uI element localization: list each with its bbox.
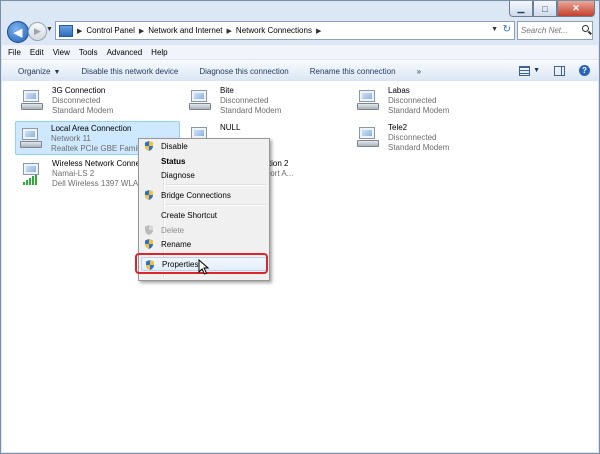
menu-edit[interactable]: Edit: [30, 48, 44, 57]
modem-icon: [357, 127, 383, 149]
diagnose-connection-button[interactable]: Diagnose this connection: [199, 67, 288, 76]
connection-device: Standard Modem: [220, 106, 282, 115]
search-input[interactable]: [518, 22, 582, 39]
connection-device: Standard Modem: [388, 106, 450, 115]
command-bar-right: ▼ ?: [519, 65, 590, 76]
control-panel-icon: [59, 24, 73, 37]
breadcrumb-network-and-internet[interactable]: Network and Internet: [148, 26, 222, 35]
connection-name: 3G Connection: [52, 86, 106, 95]
search-box[interactable]: [517, 21, 593, 40]
connection-status: Disconnected: [388, 96, 437, 105]
explorer-window: ▁ □ ✕ ◀ ▶ ▼ ▶ Control Panel ▶ Network an…: [0, 0, 600, 454]
forward-button[interactable]: ▶: [28, 22, 47, 41]
connection-item-tele2[interactable]: Tele2 Disconnected Standard Modem: [353, 121, 518, 155]
refresh-icon[interactable]: ↻: [503, 24, 511, 35]
address-bar[interactable]: ▶ Control Panel ▶ Network and Internet ▶…: [55, 21, 515, 40]
view-options-dropdown-icon[interactable]: ▼: [533, 67, 540, 74]
breadcrumb-control-panel[interactable]: Control Panel: [86, 26, 134, 35]
rename-connection-button[interactable]: Rename this connection: [310, 67, 396, 76]
window-caption-buttons: ▁ □ ✕: [509, 1, 595, 17]
minimize-button[interactable]: ▁: [509, 1, 533, 17]
connection-device: Dell Wireless 1397 WLAN: [52, 179, 145, 188]
command-bar: Organize ▼ Disable this network device Di…: [2, 60, 598, 82]
menu-view[interactable]: View: [53, 48, 70, 57]
menu-item-label: Rename: [161, 239, 192, 249]
modem-icon: [21, 90, 47, 112]
menu-item-diagnose[interactable]: Diagnose: [141, 168, 267, 182]
maximize-button[interactable]: □: [533, 1, 557, 17]
address-dropdown-icon[interactable]: ▼: [491, 26, 498, 33]
uac-shield-icon: [145, 225, 153, 235]
menu-tools[interactable]: Tools: [79, 48, 98, 57]
menu-separator: [165, 184, 266, 186]
organize-button[interactable]: Organize ▼: [18, 67, 60, 76]
modem-icon: [357, 90, 383, 112]
back-button[interactable]: ◀: [7, 21, 29, 43]
forward-arrow-icon: ▶: [34, 26, 41, 36]
wifi-adapter-icon: [21, 163, 47, 185]
connection-status: Disconnected: [52, 96, 101, 105]
connection-name: Tele2: [388, 123, 408, 132]
connection-name: NULL: [220, 123, 241, 132]
connection-device: Standard Modem: [388, 143, 450, 152]
connection-status: Network 11: [51, 134, 91, 143]
menu-separator: [165, 204, 266, 206]
connection-name: Local Area Connection: [51, 124, 132, 133]
disable-device-button[interactable]: Disable this network device: [81, 67, 178, 76]
menu-item-status[interactable]: Status: [141, 154, 267, 168]
connection-item-bite[interactable]: Bite Disconnected Standard Modem: [185, 84, 350, 118]
back-arrow-icon: ◀: [13, 26, 23, 39]
close-button[interactable]: ✕: [557, 1, 595, 17]
connection-status: Namai-LS 2: [52, 169, 95, 178]
breadcrumb-network-connections[interactable]: Network Connections: [236, 26, 312, 35]
menu-file[interactable]: File: [8, 48, 21, 57]
breadcrumb-arrow-icon[interactable]: ▶: [139, 27, 144, 35]
menu-item-label: Create Shortcut: [161, 210, 218, 220]
network-adapter-icon: [20, 128, 46, 150]
connection-name: Wireless Network Conne: [52, 159, 141, 168]
menu-help[interactable]: Help: [151, 48, 167, 57]
menu-item-rename[interactable]: Rename: [141, 237, 267, 251]
search-icon[interactable]: [582, 25, 589, 32]
help-icon[interactable]: ?: [579, 65, 590, 76]
mouse-cursor-icon: [198, 259, 210, 275]
connection-item-3g[interactable]: 3G Connection Disconnected Standard Mode…: [17, 84, 182, 118]
connection-status: Disconnected: [388, 133, 437, 142]
preview-pane-icon[interactable]: [554, 65, 565, 76]
uac-shield-icon: [145, 190, 153, 200]
menu-item-label: Diagnose: [161, 170, 195, 180]
menu-item-label: Bridge Connections: [161, 190, 231, 200]
connection-device: Realtek PCIe GBE Family: [51, 144, 144, 153]
breadcrumb-arrow-icon[interactable]: ▶: [227, 27, 232, 35]
more-commands-button[interactable]: »: [417, 67, 421, 76]
menu-advanced[interactable]: Advanced: [107, 48, 143, 57]
chevron-down-icon: ▼: [53, 68, 61, 76]
menu-item-label: Disable: [161, 141, 188, 151]
breadcrumb-arrow-icon[interactable]: ▶: [316, 27, 321, 35]
signal-bars-icon: [23, 175, 37, 185]
connection-device: Standard Modem: [52, 106, 114, 115]
menu-item-label: Delete: [161, 225, 185, 235]
uac-shield-icon: [145, 239, 153, 249]
connections-list: 3G Connection Disconnected Standard Mode…: [2, 81, 598, 452]
menu-item-create-shortcut[interactable]: Create Shortcut: [141, 208, 267, 222]
menu-item-delete: Delete: [141, 223, 267, 237]
connection-name: Labas: [388, 86, 410, 95]
recent-pages-dropdown[interactable]: ▼: [46, 26, 53, 33]
connection-name: Bite: [220, 86, 234, 95]
connection-item-labas[interactable]: Labas Disconnected Standard Modem: [353, 84, 518, 118]
modem-icon: [189, 90, 215, 112]
address-row: ◀ ▶ ▼ ▶ Control Panel ▶ Network and Inte…: [7, 21, 593, 43]
breadcrumb-arrow-icon[interactable]: ▶: [77, 27, 82, 35]
menu-item-bridge[interactable]: Bridge Connections: [141, 188, 267, 202]
organize-label: Organize: [18, 66, 51, 76]
menu-item-label: Status: [161, 156, 186, 166]
menu-item-disable[interactable]: Disable: [141, 139, 267, 153]
uac-shield-icon: [145, 141, 153, 151]
menu-bar: File Edit View Tools Advanced Help: [2, 45, 598, 59]
connection-status: Disconnected: [220, 96, 269, 105]
change-view-icon[interactable]: [519, 65, 531, 76]
